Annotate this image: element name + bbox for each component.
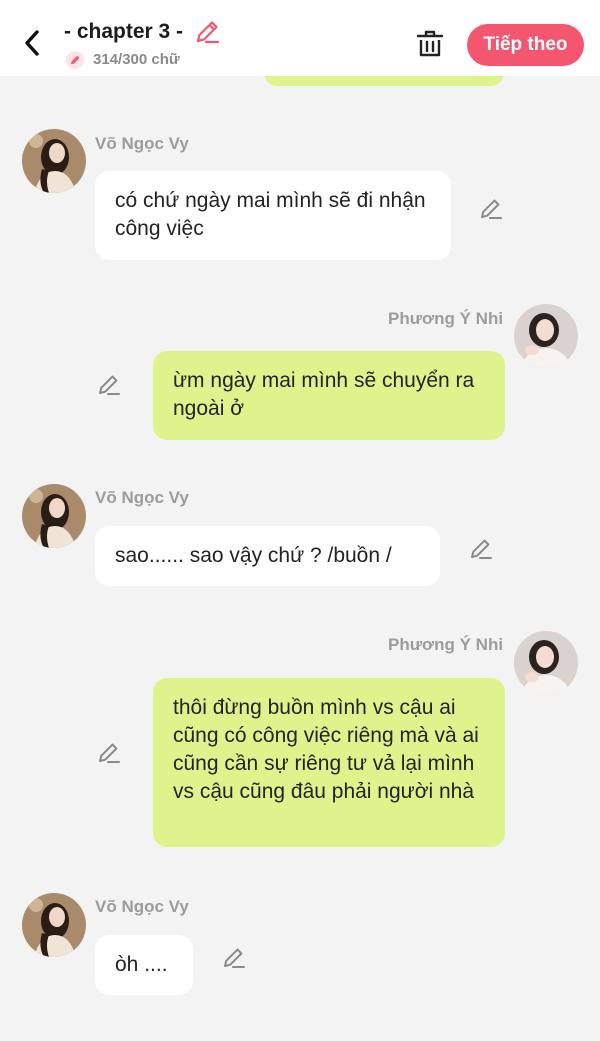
- message-bubble[interactable]: có chứ ngày mai mình sẽ đi nhận công việ…: [95, 171, 451, 260]
- edit-message-button[interactable]: [222, 946, 246, 970]
- next-button[interactable]: Tiếp theo: [467, 24, 584, 66]
- pencil-icon: [224, 948, 245, 968]
- avatar: [22, 893, 86, 957]
- pencil-icon: [99, 743, 120, 763]
- sender-name: Phương Ý Nhi: [388, 635, 504, 654]
- edit-message-button[interactable]: [97, 741, 121, 765]
- edit-message-button[interactable]: [469, 537, 493, 561]
- char-count-text: 314/300 chữ: [93, 51, 180, 68]
- sender-name: Võ Ngọc Vy: [95, 897, 189, 916]
- sender-name: Phương Ý Nhi: [388, 309, 504, 328]
- pencil-icon: [99, 375, 120, 395]
- chapter-title[interactable]: - chapter 3 -: [64, 20, 183, 44]
- sender-name: Võ Ngọc Vy: [95, 488, 189, 507]
- chevron-left-icon: [25, 30, 39, 56]
- sender-name: Võ Ngọc Vy: [95, 134, 189, 153]
- pencil-icon: [196, 21, 220, 44]
- pencil-icon: [471, 539, 492, 559]
- edit-message-button[interactable]: [479, 197, 503, 221]
- pencil-icon: [481, 199, 502, 219]
- avatar: [22, 484, 86, 548]
- delete-button[interactable]: [414, 27, 446, 61]
- top-bar: - chapter 3 - 314/300 chữ Tiếp theo: [0, 0, 600, 76]
- avatar: [514, 304, 578, 368]
- back-button[interactable]: [18, 26, 48, 60]
- edit-message-button[interactable]: [97, 373, 121, 397]
- message-bubble[interactable]: ừm ngày mai mình sẽ chuyển ra ngoài ở: [153, 351, 505, 440]
- trash-icon: [416, 30, 444, 57]
- avatar: [22, 129, 86, 193]
- message-bubble[interactable]: thôi đừng buồn mình vs cậu ai cũng có cô…: [153, 678, 505, 847]
- message-bubble[interactable]: sao...... sao vậy chứ ? /buồn /: [95, 526, 440, 586]
- edit-title-button[interactable]: [194, 19, 220, 45]
- avatar: [514, 631, 578, 695]
- pencil-badge-icon: [66, 51, 84, 69]
- message-bubble[interactable]: òh ....: [95, 935, 193, 995]
